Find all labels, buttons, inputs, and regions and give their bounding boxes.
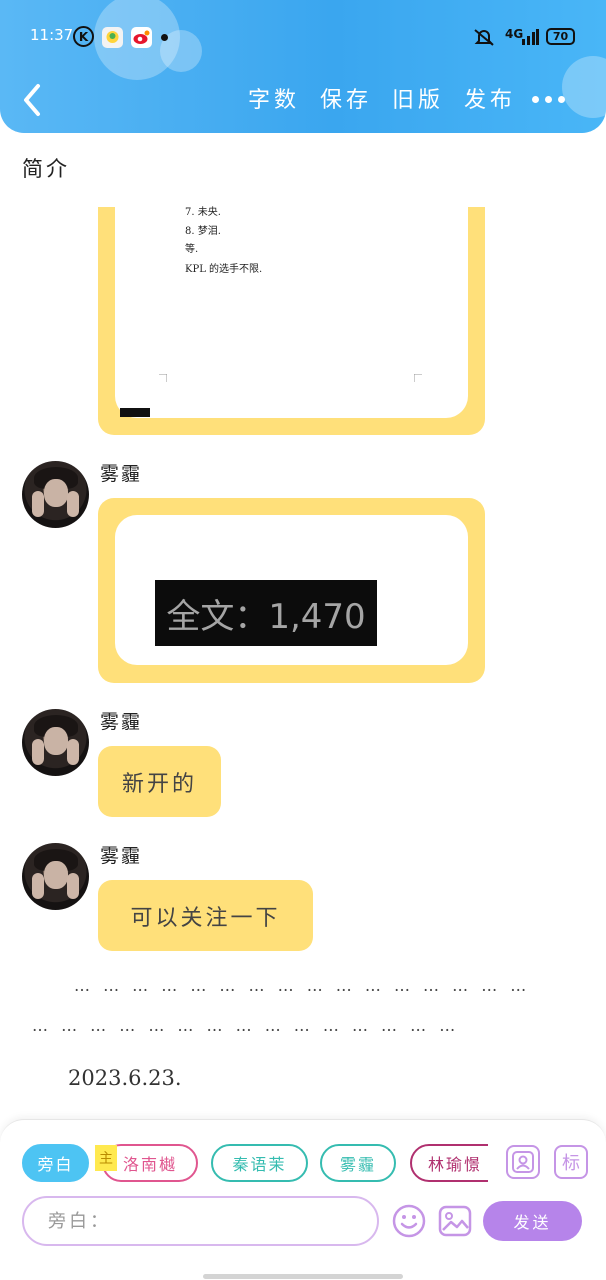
header-actions: 字数 保存 旧版 发布 [248, 82, 516, 114]
doc-corner-mark [120, 408, 150, 417]
old-version-button[interactable]: 旧版 [392, 82, 444, 114]
more-dot-icon [545, 96, 552, 103]
battery-indicator: 70 [546, 28, 575, 45]
crop-corner-icon [159, 374, 167, 382]
message-input[interactable] [22, 1196, 379, 1246]
more-options-button[interactable] [532, 96, 565, 103]
sender-name: 雾霾 [100, 711, 143, 733]
word-count-button[interactable]: 字数 [248, 82, 300, 114]
avatar[interactable] [22, 843, 89, 910]
send-button[interactable]: 发送 [483, 1201, 582, 1241]
doc-line: KPL 的选手不限. [185, 264, 263, 275]
k-app-icon: K [73, 26, 94, 47]
emoji-button[interactable] [391, 1203, 427, 1239]
character-chip[interactable]: 林瑜憬 [410, 1144, 488, 1182]
more-dot-icon [532, 96, 539, 103]
save-button[interactable]: 保存 [320, 82, 372, 114]
date-text: 2023.6.23. [68, 1066, 182, 1090]
image-message[interactable]: 7. 未央. 8. 梦泪. 等. KPL 的选手不限. [98, 207, 485, 435]
crop-corner-icon [414, 374, 422, 382]
narration-text: … … … … … … … … … … … … … … … [32, 1016, 460, 1035]
home-indicator[interactable] [203, 1274, 403, 1279]
sender-name: 雾霾 [100, 463, 143, 485]
chat-app-icon [102, 27, 123, 48]
character-chip[interactable]: 秦语茉 [211, 1144, 308, 1182]
intro-label: 简介 [22, 157, 70, 181]
character-manage-button[interactable] [506, 1145, 540, 1179]
chevron-left-icon [24, 84, 40, 116]
signal-icon [521, 28, 539, 49]
back-button[interactable] [18, 82, 48, 118]
decor-bubble [562, 56, 606, 118]
avatar[interactable] [22, 709, 89, 776]
tag-button[interactable]: 标 [554, 1145, 588, 1179]
smiley-icon [392, 1204, 426, 1238]
doc-screenshot: 7. 未央. 8. 梦泪. 等. KPL 的选手不限. [115, 207, 468, 418]
word-count-overlay: 全文：1,470 [155, 580, 377, 646]
image-picker-button[interactable] [437, 1203, 473, 1239]
doc-line: 等. [185, 244, 199, 255]
mute-bell-icon [473, 28, 495, 49]
publish-button[interactable]: 发布 [464, 82, 516, 114]
text-message[interactable]: 可以关注一下 [98, 880, 313, 951]
image-icon [438, 1205, 472, 1237]
doc-line: 7. 未央. [185, 207, 221, 218]
person-icon [512, 1151, 534, 1173]
character-chip-scroll: 林瑜憬 [410, 1142, 488, 1184]
notification-dot-icon [161, 34, 168, 41]
top-app-bar: 11:37 K 4G 70 字数 保存 旧版 发布 [0, 0, 606, 133]
character-chip-narrator[interactable]: 旁白 [22, 1144, 89, 1182]
sender-name: 雾霾 [100, 845, 143, 867]
text-message[interactable]: 新开的 [98, 746, 221, 817]
avatar[interactable] [22, 461, 89, 528]
doc-line: 8. 梦泪. [185, 226, 221, 237]
weibo-icon [131, 27, 152, 48]
status-time: 11:37 [30, 26, 74, 44]
character-chip[interactable]: 雾霾 [320, 1144, 396, 1182]
more-dot-icon [558, 96, 565, 103]
narration-text: … … … … … … … … … … … … … … … … [74, 976, 531, 995]
main-role-tag: 主 [95, 1145, 117, 1171]
